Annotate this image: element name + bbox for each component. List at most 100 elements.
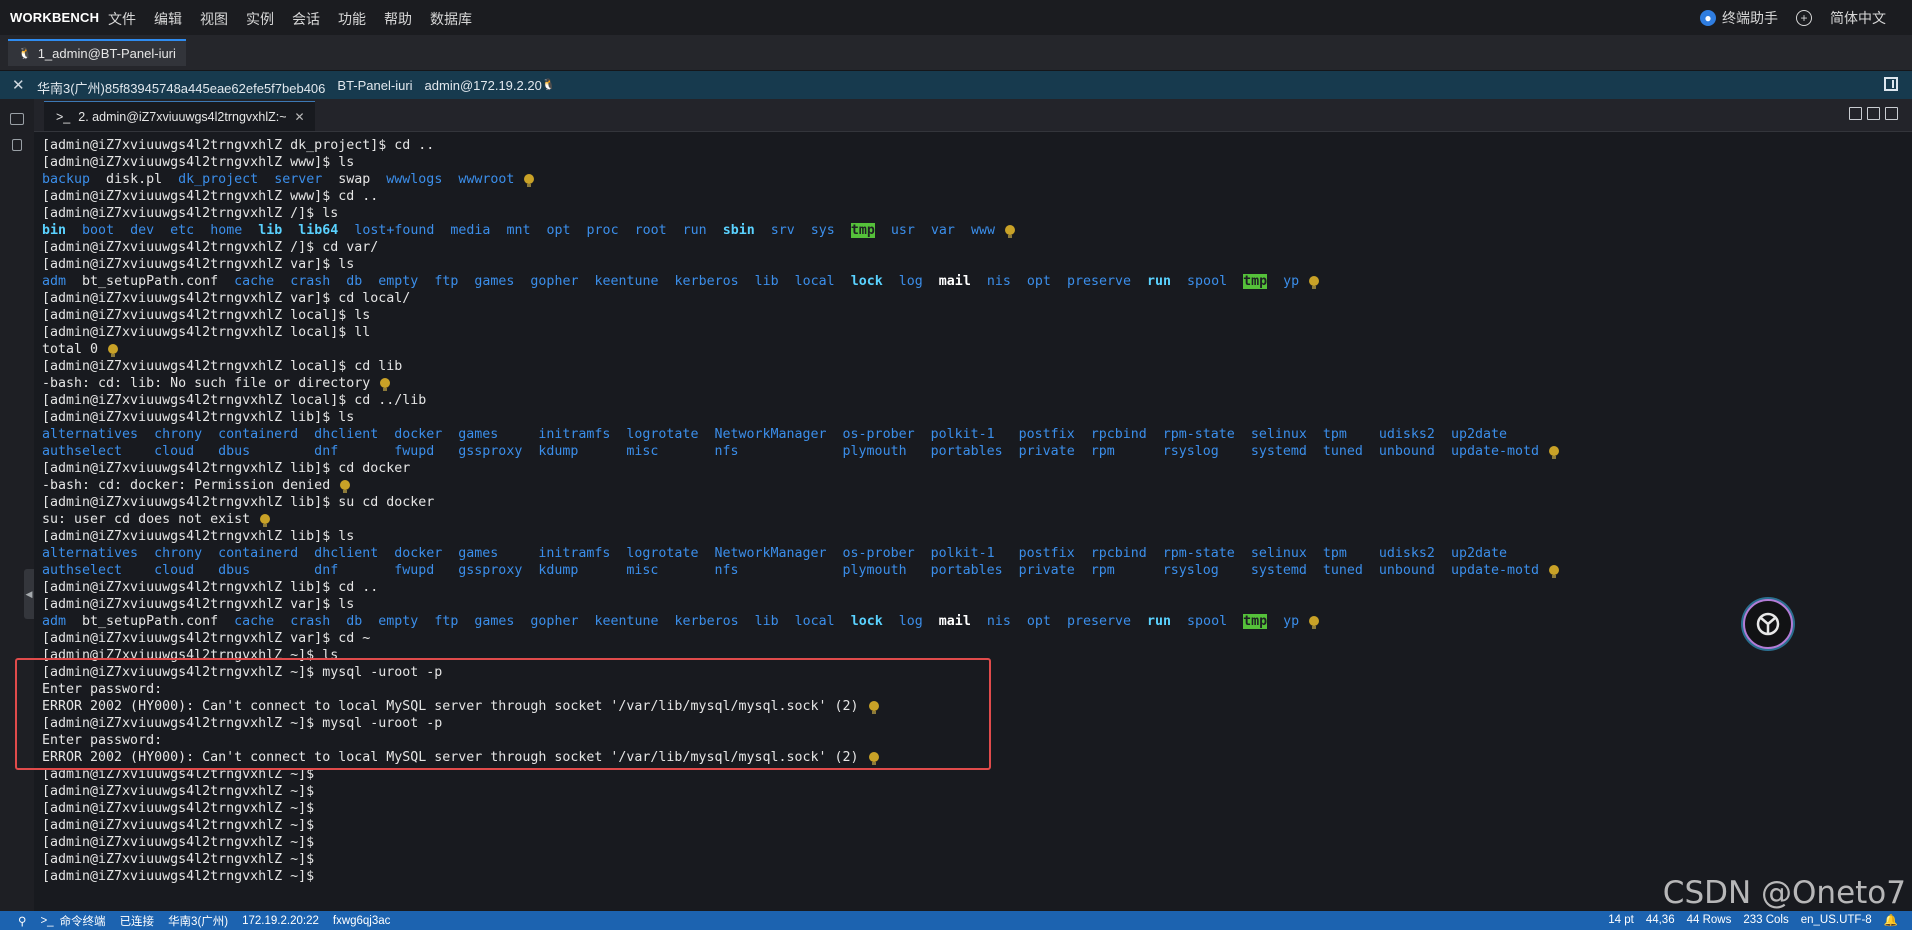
terminal-output[interactable]: [admin@iZ7xviuuwgs4l2trngvxhlZ dk_projec… [34,132,1912,911]
terminal-line: [admin@iZ7xviuuwgs4l2trngvxhlZ ~]$ [42,766,1908,783]
terminal-assistant-button[interactable]: ● 终端助手 [1700,8,1778,28]
terminal-text-segment: home [210,223,243,238]
menu-session[interactable]: 会话 [292,9,320,29]
close-tab-icon[interactable]: ✕ [295,110,305,124]
status-font-size[interactable]: 14 pt [1608,914,1634,926]
terminal-line: total 0 [42,341,1908,358]
menu-database[interactable]: 数据库 [430,9,472,29]
hint-bulb-icon[interactable] [380,378,391,391]
language-button[interactable]: 简体中文 [1830,8,1886,28]
terminal-text-segment: etc [170,223,195,238]
terminal-text-segment: lib [754,274,779,289]
status-cols: 233 Cols [1743,914,1789,926]
terminal-text-segment: [admin@iZ7xviuuwgs4l2trngvxhlZ www]$ ls [42,155,355,170]
terminal-text-segment: games [474,274,515,289]
hint-bulb-icon[interactable] [868,752,879,765]
linux-penguin-icon: 🐧 [18,48,32,60]
hint-bulb-icon[interactable] [340,480,351,493]
terminal-line: [admin@iZ7xviuuwgs4l2trngvxhlZ www]$ cd … [42,188,1908,205]
status-connected: 已连接 [119,916,155,928]
terminal-line: [admin@iZ7xviuuwgs4l2trngvxhlZ var]$ cd … [42,630,1908,647]
assistant-icon: ● [1700,10,1716,26]
split-vertical-icon[interactable] [1867,107,1880,120]
menu-view[interactable]: 视图 [200,9,228,29]
new-pane-icon[interactable] [1849,107,1862,120]
close-icon[interactable]: ✕ [12,76,25,94]
hint-bulb-icon[interactable] [1309,616,1320,629]
hint-bulb-icon[interactable] [108,344,119,357]
terminal-line: authselect cloud dbus dnf fwupd gssproxy… [42,443,1908,460]
menu-functions[interactable]: 功能 [338,9,366,29]
hint-bulb-icon[interactable] [1005,225,1015,238]
terminal-line: [admin@iZ7xviuuwgs4l2trngvxhlZ lib]$ ls [42,528,1908,545]
terminal-line: [admin@iZ7xviuuwgs4l2trngvxhlZ ~]$ mysql… [42,715,1908,732]
menu-instance[interactable]: 实例 [246,9,274,29]
terminal-text-segment: lib [258,223,283,238]
hint-bulb-icon[interactable] [1549,565,1560,578]
terminal-line: ERROR 2002 (HY000): Can't connect to loc… [42,749,1908,766]
terminal-text-segment: empty [378,614,419,629]
terminal-line: [admin@iZ7xviuuwgs4l2trngvxhlZ var]$ ls [42,256,1908,273]
terminal-line: [admin@iZ7xviuuwgs4l2trngvxhlZ ~]$ [42,868,1908,885]
terminal-text-segment: ftp [434,274,459,289]
terminal-text-segment: [admin@iZ7xviuuwgs4l2trngvxhlZ local]$ l… [42,308,371,323]
hint-bulb-icon[interactable] [1549,446,1560,459]
terminal-text-segment: log [898,614,923,629]
terminal-text-segment: run [1147,274,1172,289]
file-icon[interactable] [12,139,22,151]
terminal-text: [admin@iZ7xviuuwgs4l2trngvxhlZ dk_projec… [42,137,1908,885]
status-cursor: 44,36 [1645,914,1675,926]
menu-help[interactable]: 帮助 [384,9,412,29]
left-rail: ◀ [0,99,35,911]
hint-bulb-icon[interactable] [1309,276,1320,289]
terminal-text-segment: opt [1026,274,1051,289]
terminal-text-segment: ERROR 2002 (HY000): Can't connect to loc… [42,699,859,714]
status-encoding[interactable]: en_US.UTF-8 [1801,914,1872,926]
hint-bulb-icon[interactable] [260,514,271,527]
terminal-text-segment: [admin@iZ7xviuuwgs4l2trngvxhlZ ~]$ [42,835,315,850]
instance-host: BT-Panel-iuri [337,78,413,93]
terminal-text-segment: alternatives chrony containerd dhclient … [42,427,1507,442]
terminal-tab[interactable]: >_ 2. admin@iZ7xviuuwgs4l2trngvxhlZ:~ ✕ [44,101,315,131]
terminal-text-segment: bt_setupPath.conf [66,614,235,629]
notification-bell-icon[interactable]: 🔔 [1884,913,1898,927]
split-horizontal-icon[interactable] [1885,107,1898,120]
terminal-text-segment: [admin@iZ7xviuuwgs4l2trngvxhlZ ~]$ [42,869,315,884]
terminal-line: Enter password: [42,681,1908,698]
add-icon[interactable]: + [1796,10,1812,26]
terminal-text-segment: disk.pl [90,172,179,187]
terminal-text-segment: spool [1187,614,1228,629]
status-region: 华南3(广州) [168,916,229,928]
terminal-text-segment: lib [754,614,779,629]
terminal-text-segment: boot [82,223,115,238]
hint-bulb-icon[interactable] [868,701,879,714]
terminal-text-segment: nis [986,614,1011,629]
terminal-text-segment: nis [986,274,1011,289]
session-tab[interactable]: 🐧 1_admin@BT-Panel-iuri [8,39,186,66]
terminal-text-segment: [admin@iZ7xviuuwgs4l2trngvxhlZ lib]$ cd … [42,461,411,476]
terminal-icon[interactable] [10,113,24,125]
floating-assistant-button[interactable] [1743,599,1793,649]
session-tab-label: 1_admin@BT-Panel-iuri [37,46,176,61]
terminal-text-segment: Enter password: [42,733,163,748]
toggle-sidebar-icon[interactable] [1884,77,1898,91]
terminal-text-segment: run [1147,614,1172,629]
menu-edit[interactable]: 编辑 [154,9,182,29]
menu-file[interactable]: 文件 [108,9,136,29]
instance-region-id: 华南3(广州)85f83945748a445eae62efe5f7beb406 [37,81,326,96]
collapse-handle[interactable]: ◀ [24,569,34,619]
terminal-text-segment: usr [890,223,915,238]
status-left: ⚲ >_ 命令终端 已连接 华南3(广州) 172.19.2.20:22 fxw… [18,913,390,929]
status-address: 172.19.2.20:22 [242,915,319,927]
hint-bulb-icon[interactable] [524,174,535,187]
terminal-text-segment: empty [378,274,419,289]
